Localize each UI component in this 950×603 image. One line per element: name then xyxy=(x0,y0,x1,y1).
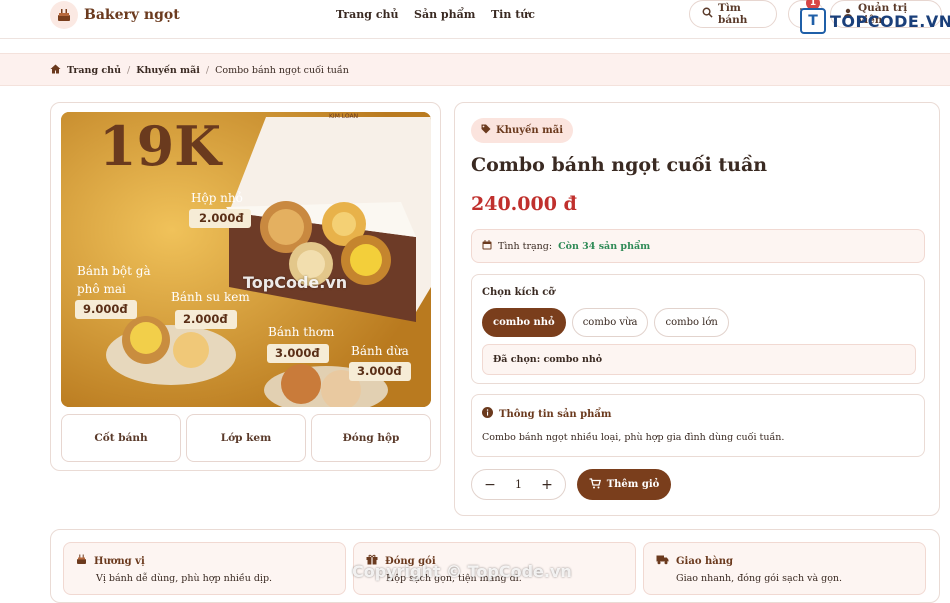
home-icon xyxy=(50,64,61,77)
nav-news[interactable]: Tin tức xyxy=(491,8,535,21)
feature-delivery: Giao hàng Giao nhanh, đóng gói sạch và g… xyxy=(643,542,926,595)
breadcrumb: Trang chủ / Khuyến mãi / Combo bánh ngọt… xyxy=(50,64,349,77)
info-description: Combo bánh ngọt nhiều loại, phù hợp gia … xyxy=(482,432,785,443)
add-to-cart-label: Thêm giỏ xyxy=(606,479,660,490)
stock-status: Tình trạng: Còn 34 sản phẩm xyxy=(471,229,925,263)
topcode-logo-icon: T xyxy=(800,8,826,34)
product-gallery: 19K KIM LOAN Hộp nhỏ 2.000đ Bánh bột gà … xyxy=(50,102,441,471)
stock-value: Còn 34 sản phẩm xyxy=(558,240,651,252)
search-label: Tìm bánh xyxy=(718,2,748,26)
item-price-coconut: 3.000đ xyxy=(357,364,402,378)
brand-name: Bakery ngọt xyxy=(84,7,180,23)
breadcrumb-current: Combo bánh ngọt cuối tuần xyxy=(215,65,349,76)
info-title: Thông tin sản phẩm xyxy=(499,408,612,420)
item-price-cream-puff: 2.000đ xyxy=(183,312,228,326)
breadcrumb-bar: Trang chủ / Khuyến mãi / Combo bánh ngọt… xyxy=(0,53,950,86)
search-icon xyxy=(702,7,713,21)
feature-taste-heading: Hương vị xyxy=(76,554,145,568)
copyright-watermark: Copyright © TopCode.vn xyxy=(352,562,572,581)
add-to-cart-button[interactable]: Thêm giỏ xyxy=(577,469,671,500)
box-brand-label: KIM LOAN xyxy=(329,113,359,120)
calendar-icon xyxy=(482,239,492,253)
size-options: combo nhỏ combo vừa combo lớn xyxy=(482,308,729,337)
item-label-small-box: Hộp nhỏ xyxy=(191,191,243,205)
product-title: Combo bánh ngọt cuối tuần xyxy=(471,154,768,176)
thumb-cream-layer[interactable]: Lớp kem xyxy=(186,414,306,462)
promo-price-label: 19K xyxy=(99,114,222,178)
truck-icon xyxy=(656,554,669,568)
product-main-image[interactable]: 19K KIM LOAN Hộp nhỏ 2.000đ Bánh bột gà … xyxy=(61,112,431,407)
item-price-small-box: 2.000đ xyxy=(199,211,244,225)
item-price-chicken-cheese: 9.000đ xyxy=(83,302,128,316)
product-info: Thông tin sản phẩm Combo bánh ngọt nhiều… xyxy=(471,394,925,457)
breadcrumb-home[interactable]: Trang chủ xyxy=(67,65,121,76)
stock-label: Tình trạng: xyxy=(498,240,553,252)
cake-icon xyxy=(50,1,78,29)
breadcrumb-separator: / xyxy=(205,65,210,76)
promo-tag[interactable]: Khuyến mãi xyxy=(471,118,574,143)
item-label-pineapple: Bánh thơm xyxy=(268,325,335,339)
feature-delivery-title: Giao hàng xyxy=(676,555,733,567)
feature-taste: Hương vị Vị bánh dễ dùng, phù hợp nhiều … xyxy=(63,542,346,595)
feature-taste-title: Hương vị xyxy=(94,555,145,567)
product-detail: Khuyến mãi Combo bánh ngọt cuối tuần 240… xyxy=(454,102,940,516)
cart-plus-icon xyxy=(589,477,601,492)
size-selector: Chọn kích cỡ combo nhỏ combo vừa combo l… xyxy=(471,274,925,384)
item-label-cream-puff: Bánh su kem xyxy=(171,290,250,304)
tag-icon xyxy=(481,124,491,137)
item-label-chicken-cheese: Bánh bột gà phô mai xyxy=(77,264,151,296)
info-icon xyxy=(482,407,493,421)
brand[interactable]: Bakery ngọt xyxy=(50,0,180,30)
feature-taste-text: Vị bánh dễ dùng, phù hợp nhiều dịp. xyxy=(96,573,273,584)
selected-size: Đã chọn: combo nhỏ xyxy=(482,344,916,375)
cake-icon xyxy=(76,554,87,568)
item-label-coconut: Bánh dừa xyxy=(351,344,409,358)
product-price: 240.000 đ xyxy=(471,193,577,215)
size-option-small[interactable]: combo nhỏ xyxy=(482,308,566,337)
decrease-button[interactable]: − xyxy=(482,477,498,493)
thumbnail-list: Cốt bánh Lớp kem Đóng hộp xyxy=(61,414,431,462)
nav-products[interactable]: Sản phẩm xyxy=(414,8,475,21)
item-price-pineapple: 3.000đ xyxy=(275,346,320,360)
thumb-cake-base[interactable]: Cốt bánh xyxy=(61,414,181,462)
increase-button[interactable]: + xyxy=(539,477,555,493)
image-watermark: TopCode.vn xyxy=(243,273,348,292)
breadcrumb-category[interactable]: Khuyến mãi xyxy=(136,65,200,76)
feature-delivery-heading: Giao hàng xyxy=(656,554,733,568)
top-header: Bakery ngọt Trang chủ Sản phẩm Tin tức T… xyxy=(0,0,950,39)
feature-delivery-text: Giao nhanh, đóng gói sạch và gọn. xyxy=(676,573,843,584)
search-button[interactable]: Tìm bánh xyxy=(689,0,777,28)
topcode-watermark: T TOPCODE.VN xyxy=(800,8,950,34)
watermark-text: TOPCODE.VN xyxy=(830,11,950,31)
breadcrumb-separator: / xyxy=(127,65,131,76)
thumb-packaging[interactable]: Đóng hộp xyxy=(311,414,431,462)
info-heading: Thông tin sản phẩm xyxy=(482,407,611,421)
size-option-medium[interactable]: combo vừa xyxy=(571,308,649,337)
quantity-value[interactable]: 1 xyxy=(515,478,522,491)
promo-tag-label: Khuyến mãi xyxy=(496,125,564,136)
size-option-large[interactable]: combo lớn xyxy=(654,308,729,337)
nav-home[interactable]: Trang chủ xyxy=(336,8,399,21)
quantity-stepper: − 1 + xyxy=(471,469,566,500)
size-title: Chọn kích cỡ xyxy=(482,287,555,298)
